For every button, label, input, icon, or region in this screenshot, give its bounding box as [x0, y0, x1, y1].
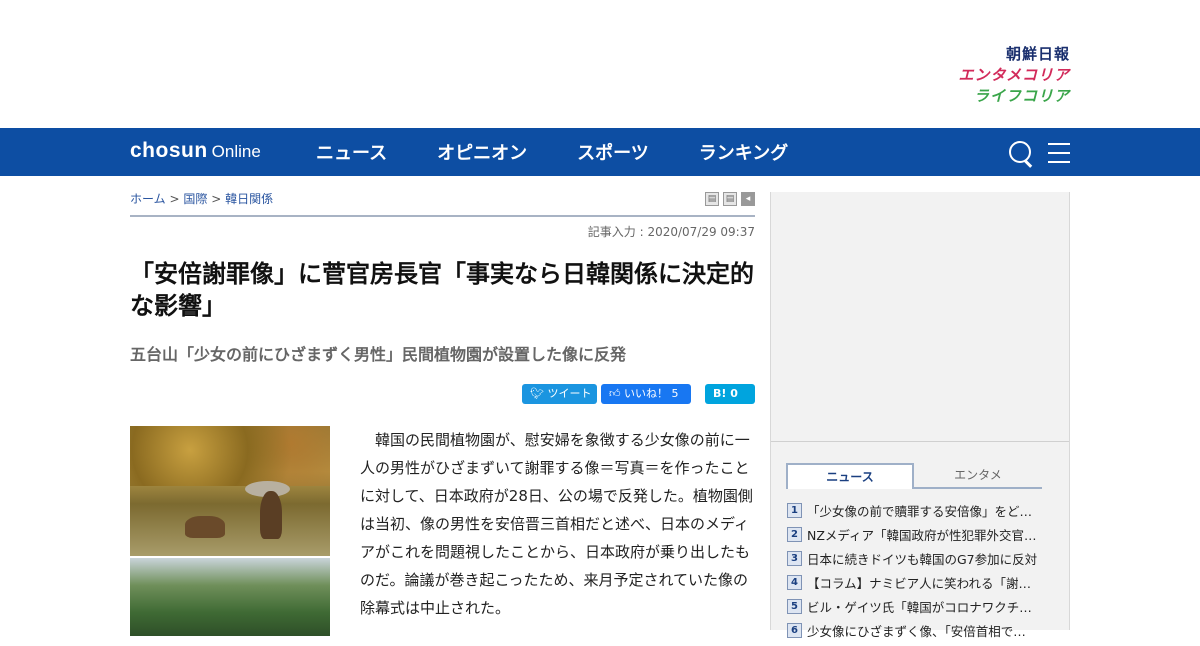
article-text: 韓国の民間植物園が、慰安婦を象徴する少女像の前に一人の男性がひざまずいて謝罪する… [360, 431, 753, 617]
brand-links: 朝鮮日報 エンタメコリア ライフコリア [958, 44, 1070, 107]
rank-number: 4 [787, 574, 802, 590]
nav-item-news[interactable]: ニュース [316, 139, 387, 165]
rank-number: 5 [787, 598, 802, 614]
article-body: 韓国の民間植物園が、慰安婦を象徴する少女像の前に一人の男性がひざまずいて謝罪する… [130, 426, 755, 646]
main-nav: chosun Online ニュース オピニオン スポーツ ランキング [0, 128, 1200, 176]
hatena-bookmark-button[interactable]: B! 0 [705, 384, 755, 404]
nav-icons [1008, 140, 1070, 166]
rank-title[interactable]: 【コラム】ナミビア人に笑われる「謝… [807, 573, 1031, 592]
like-label: いいね！ 5 [624, 387, 679, 400]
share-buttons: 🐦︎ ツイート 👍︎ いいね！ 5 B! 0 [130, 384, 755, 404]
facebook-like-button[interactable]: 👍︎ いいね！ 5 [601, 384, 691, 404]
article: ホーム > 国際 > 韓日関係 ▤ ▤ ◂ 記事入力 : 2020/07/29 … [130, 176, 755, 646]
photo-kneeling-statue [185, 516, 225, 538]
site-logo[interactable]: chosun Online [130, 139, 261, 163]
tweet-button[interactable]: 🐦︎ ツイート [522, 384, 597, 404]
breadcrumb-sep: > [169, 192, 180, 206]
nav-item-sports[interactable]: スポーツ [577, 139, 649, 165]
breadcrumb-international[interactable]: 国際 [183, 192, 207, 206]
search-icon[interactable] [1008, 140, 1034, 166]
print-icon[interactable]: ▤ [705, 192, 719, 206]
text-view-icon[interactable]: ▤ [723, 192, 737, 206]
rank-title[interactable]: 「少女像の前で贖罪する安倍像」をど… [807, 501, 1032, 520]
ranking-tabs: ニュース エンタメ [786, 463, 1042, 489]
rank-title[interactable]: NZメディア「韓国政府が性犯罪外交官… [807, 525, 1037, 544]
nav-item-ranking[interactable]: ランキング [699, 139, 788, 165]
list-item[interactable]: 3 日本に続きドイツも韓国のG7参加に反対 [787, 546, 1053, 570]
brand-chosun-ilbo-link[interactable]: 朝鮮日報 [958, 44, 1070, 65]
nav-menu: ニュース オピニオン スポーツ ランキング [316, 128, 838, 176]
rank-number: 1 [787, 502, 802, 518]
rank-number: 6 [787, 622, 802, 638]
breadcrumb-sep: > [211, 192, 222, 206]
hamburger-menu-icon[interactable] [1048, 143, 1070, 163]
thumbs-up-icon: 👍︎ [609, 387, 624, 400]
breadcrumb: ホーム > 国際 > 韓日関係 [130, 190, 273, 207]
twitter-bird-icon: 🐦︎ [530, 387, 548, 400]
list-item[interactable]: 1 「少女像の前で贖罪する安倍像」をど… [787, 498, 1053, 522]
rank-title[interactable]: ビル・ゲイツ氏「韓国がコロナワクチ… [807, 597, 1032, 616]
tab-news[interactable]: ニュース [786, 463, 914, 489]
logo-main: chosun [130, 139, 208, 162]
rank-number: 2 [787, 526, 802, 542]
photo-statue-scene [130, 426, 330, 556]
ranking-list: 1 「少女像の前で贖罪する安倍像」をど… 2 NZメディア「韓国政府が性犯罪外交官…… [787, 498, 1053, 642]
photo-girl-statue [260, 491, 282, 539]
article-photo[interactable] [130, 426, 330, 636]
article-date: 記事入力 : 2020/07/29 09:37 [587, 225, 755, 239]
list-item[interactable]: 6 少女像にひざまずく像、「安倍首相で… [787, 618, 1053, 642]
logo-sub: Online [211, 142, 261, 161]
tweet-label: ツイート [547, 387, 592, 400]
brand-life-korea-link[interactable]: ライフコリア [958, 86, 1070, 107]
rank-title[interactable]: 日本に続きドイツも韓国のG7参加に反対 [807, 549, 1037, 568]
rank-number: 3 [787, 550, 802, 566]
tab-entame[interactable]: エンタメ [914, 463, 1042, 487]
back-arrow-icon[interactable]: ◂ [741, 192, 755, 206]
article-tools: ▤ ▤ ◂ [701, 192, 755, 206]
sidebar: ニュース エンタメ 1 「少女像の前で贖罪する安倍像」をど… 2 NZメディア「韓国… [770, 192, 1070, 639]
nav-item-opinion[interactable]: オピニオン [437, 139, 527, 165]
list-item[interactable]: 2 NZメディア「韓国政府が性犯罪外交官… [787, 522, 1053, 546]
breadcrumb-row: ホーム > 国際 > 韓日関係 ▤ ▤ ◂ [130, 176, 755, 217]
ad-area [771, 192, 1069, 442]
brand-entame-korea-link[interactable]: エンタメコリア [958, 65, 1070, 86]
breadcrumb-korea-japan[interactable]: 韓日関係 [225, 192, 273, 206]
photo-forest-scene [130, 558, 330, 636]
article-subtitle: 五台山「少女の前にひざまずく男性」民間植物園が設置した像に反発 [130, 345, 627, 364]
article-title: 「安倍謝罪像」に菅官房長官「事実なら日韓関係に決定的な影響」 [130, 260, 754, 320]
list-item[interactable]: 5 ビル・ゲイツ氏「韓国がコロナワクチ… [787, 594, 1053, 618]
site-header: 朝鮮日報 エンタメコリア ライフコリア [0, 0, 1200, 128]
rank-title[interactable]: 少女像にひざまずく像、「安倍首相で… [807, 621, 1026, 640]
list-item[interactable]: 4 【コラム】ナミビア人に笑われる「謝… [787, 570, 1053, 594]
breadcrumb-home[interactable]: ホーム [130, 192, 166, 206]
